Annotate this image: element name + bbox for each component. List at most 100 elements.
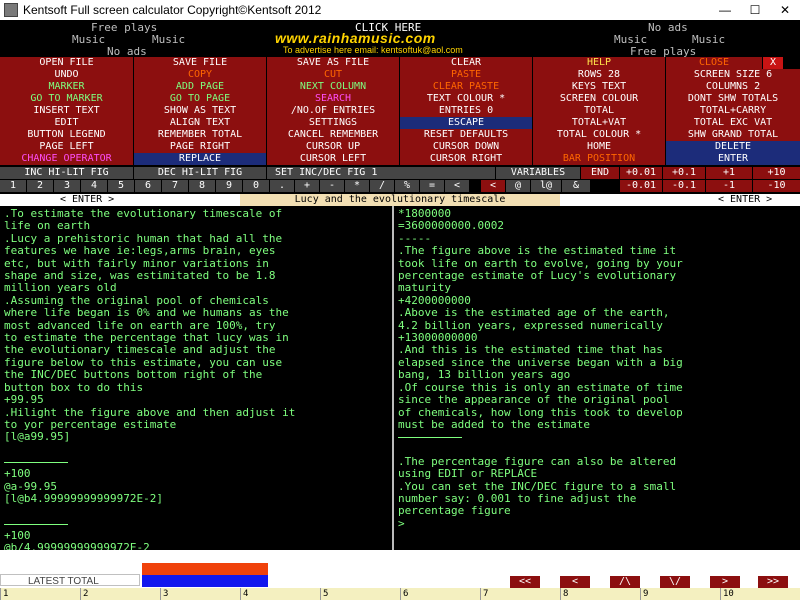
variables-button[interactable]: VARIABLES (496, 167, 580, 179)
advert-website[interactable]: www.rainhamusic.com (275, 30, 436, 46)
plus-button[interactable]: + (295, 180, 319, 192)
page-left-button[interactable]: PAGE LEFT (0, 141, 133, 153)
previous-page-button[interactable]: < (560, 576, 590, 588)
calc-line[interactable]: percentage estimate of Lucy's evolutiona… (398, 269, 796, 282)
go-to-page-button[interactable]: GO TO PAGE (134, 93, 266, 105)
inc-0-01-button[interactable]: +0.01 (620, 167, 662, 179)
inc-0-1-button[interactable]: +0.1 (663, 167, 705, 179)
insert-text-button[interactable]: INSERT TEXT (0, 105, 133, 117)
dec-10-button[interactable]: -10 (753, 180, 800, 192)
go-to-marker-button[interactable]: GO TO MARKER (0, 93, 133, 105)
total-colour-button[interactable]: TOTAL COLOUR * (533, 129, 665, 141)
set-inc-dec-fig-button[interactable]: SET INC/DEC FIG 1 (267, 167, 495, 179)
recall-variable-button[interactable]: l@ (531, 180, 561, 192)
total-button[interactable]: TOTAL (533, 105, 665, 117)
copy-button[interactable]: COPY (134, 69, 266, 81)
calc-line[interactable]: +100 (4, 467, 388, 480)
percent-button[interactable]: % (395, 180, 419, 192)
left-column[interactable]: .To estimate the evolutionary timescale … (0, 206, 392, 550)
dec-1-button[interactable]: -1 (706, 180, 752, 192)
screen-colour-button[interactable]: SCREEN COLOUR (533, 93, 665, 105)
calc-line[interactable]: life on earth (4, 219, 388, 232)
calc-line[interactable]: +99.95 (4, 393, 388, 406)
last-page-button[interactable]: >> (758, 576, 788, 588)
right-column[interactable]: *1800000 =3600000000.0002 ----- .The figure… (394, 206, 800, 550)
cancel-remember-button[interactable]: CANCEL REMEMBER (267, 129, 399, 141)
dec-0-1-button[interactable]: -0.1 (663, 180, 705, 192)
end-button[interactable]: END (581, 167, 619, 179)
cursor-up-button[interactable]: CURSOR UP (267, 141, 399, 153)
calc-line[interactable]: button box to do this (4, 381, 388, 394)
undo-button[interactable]: UNDO (0, 69, 133, 81)
close-button[interactable]: CLOSE (666, 57, 762, 69)
digit-button[interactable]: 1 (0, 180, 26, 192)
ad-music[interactable]: Music (692, 34, 725, 46)
minus-button[interactable]: - (320, 180, 344, 192)
cursor-down-button[interactable]: CURSOR DOWN (400, 141, 532, 153)
close-x-button[interactable]: X (763, 57, 783, 69)
digit-button[interactable]: 3 (54, 180, 80, 192)
cursor-right-button[interactable]: CURSOR RIGHT (400, 153, 532, 165)
cut-button[interactable]: CUT (267, 69, 399, 81)
first-page-button[interactable]: << (510, 576, 540, 588)
scroll-down-button[interactable]: \/ (660, 576, 690, 588)
button-legend-button[interactable]: BUTTON LEGEND (0, 129, 133, 141)
digit-button[interactable]: 0 (243, 180, 269, 192)
save-file-button[interactable]: SAVE FILE (134, 57, 266, 69)
next-page-button[interactable]: > (710, 576, 740, 588)
calc-line[interactable]: @b/4.99999999999972E-2 (4, 541, 388, 550)
maximize-icon[interactable]: ☐ (740, 0, 770, 20)
remember-total-button[interactable]: REMEMBER TOTAL (134, 129, 266, 141)
digit-button[interactable]: 4 (81, 180, 107, 192)
align-text-button[interactable]: ALIGN TEXT (134, 117, 266, 129)
inc-1-button[interactable]: +1 (706, 167, 752, 179)
cursor-left-button[interactable]: CURSOR LEFT (267, 153, 399, 165)
reset-defaults-button[interactable]: RESET DEFAULTS (400, 129, 532, 141)
calc-line[interactable] (4, 444, 388, 456)
escape-button[interactable]: ESCAPE (400, 117, 532, 129)
calc-line[interactable]: must be added to the estimate (398, 418, 796, 431)
calc-line[interactable]: maturity (398, 282, 796, 295)
enter-left-button[interactable]: < ENTER > (60, 194, 114, 206)
equals-button[interactable]: = (420, 180, 444, 192)
settings-button[interactable]: SETTINGS (267, 117, 399, 129)
change-operator-button[interactable]: CHANGE OPERATOR (0, 153, 133, 165)
calc-line[interactable]: the INC/DEC buttons bottom right of the (4, 368, 388, 381)
replace-button[interactable]: REPLACE (134, 153, 266, 165)
home-button[interactable]: HOME (533, 141, 665, 153)
calc-line[interactable]: .Above is the estimated age of the earth… (398, 306, 796, 319)
total-exc-vat-button[interactable]: TOTAL EXC VAT (666, 117, 800, 129)
no-of-entries-button[interactable]: /NO.OF ENTRIES (267, 105, 399, 117)
close-window-icon[interactable]: ✕ (770, 0, 800, 20)
dont-show-totals-button[interactable]: DONT SHW TOTALS (666, 93, 800, 105)
calc-line[interactable]: percentage figure (398, 504, 796, 517)
inc-10-button[interactable]: +10 (753, 167, 800, 179)
marker-button[interactable]: MARKER (0, 81, 133, 93)
calc-line[interactable] (398, 443, 796, 455)
digit-button[interactable]: 2 (27, 180, 53, 192)
ampersand-button[interactable]: & (562, 180, 590, 192)
show-as-text-button[interactable]: SHOW AS TEXT (134, 105, 266, 117)
search-button[interactable]: SEARCH (267, 93, 399, 105)
dec-0-01-button[interactable]: -0.01 (620, 180, 662, 192)
calc-line[interactable] (4, 505, 388, 517)
calc-line[interactable]: =3600000000.0002 (398, 219, 796, 232)
dec-hilit-fig-button[interactable]: DEC HI-LIT FIG (134, 167, 266, 179)
show-grand-total-button[interactable]: SHW GRAND TOTAL (666, 129, 800, 141)
ad-no-ads[interactable]: No ads (648, 22, 688, 34)
next-column-button[interactable]: NEXT COLUMN (267, 81, 399, 93)
help-button[interactable]: HELP (533, 57, 665, 69)
bar-position-button[interactable]: BAR POSITION (533, 153, 665, 165)
ad-music[interactable]: Music (152, 34, 185, 46)
calc-line[interactable]: where life began is 0% and we humans as … (4, 306, 388, 319)
calc-line[interactable]: million years old (4, 282, 388, 295)
calc-line[interactable]: since the appearance of the original poo… (398, 393, 796, 406)
keys-button[interactable]: KEYS TEXT (533, 81, 665, 93)
total-vat-button[interactable]: TOTAL+VAT (533, 117, 665, 129)
calc-line[interactable]: .And this is the estimated time that has (398, 344, 796, 357)
multiply-button[interactable]: * (345, 180, 369, 192)
divide-button[interactable]: / (370, 180, 394, 192)
paste-button[interactable]: PASTE (400, 69, 532, 81)
less-than-button[interactable]: < (481, 180, 505, 192)
digit-button[interactable]: 9 (216, 180, 242, 192)
